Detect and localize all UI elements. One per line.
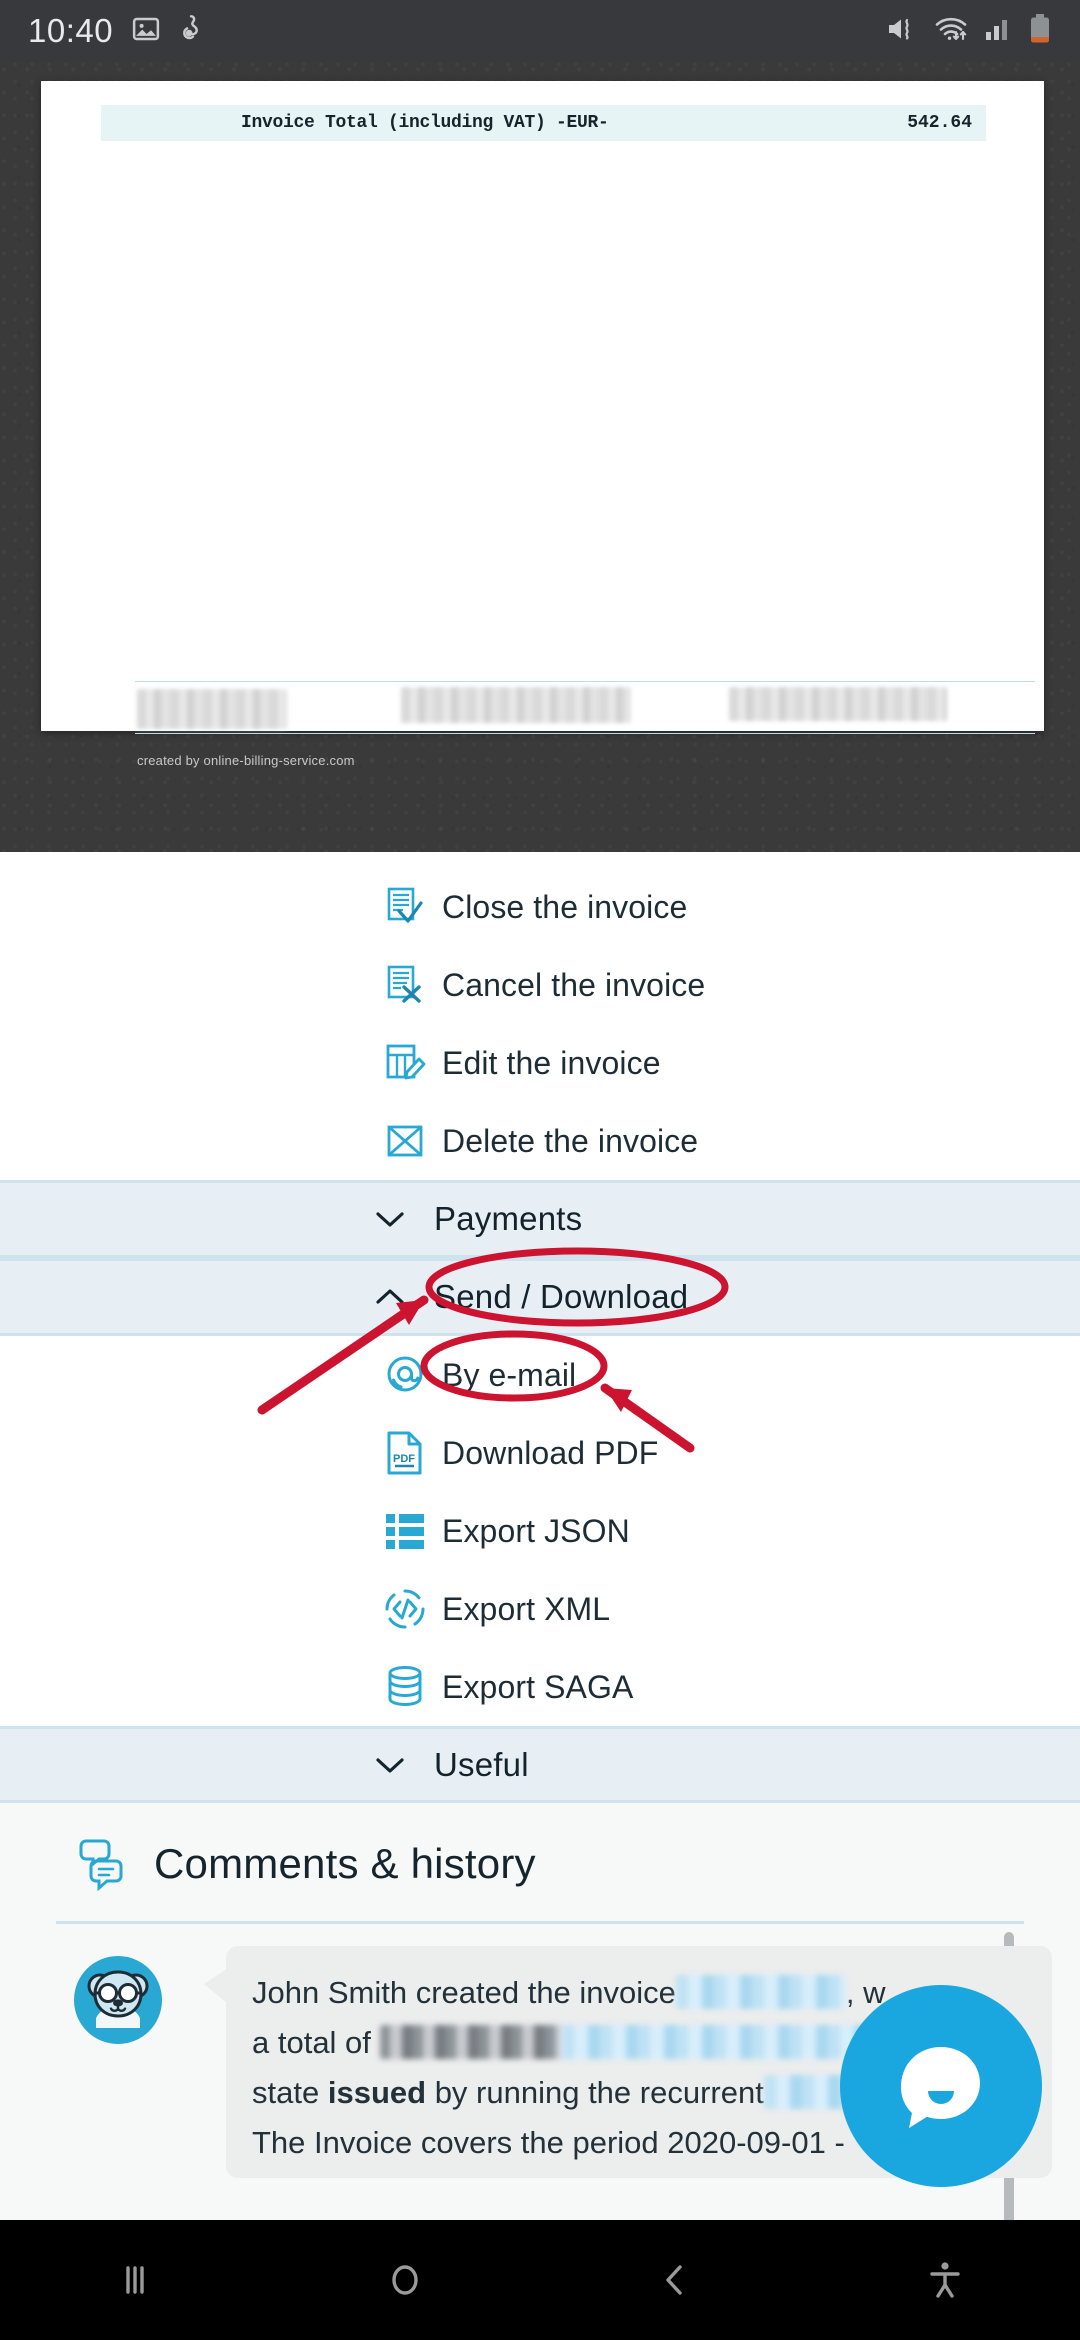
action-close-the-invoice[interactable]: Close the invoice xyxy=(0,868,1080,946)
database-icon xyxy=(382,1664,428,1710)
invoice-footer-divider-bottom xyxy=(135,733,1035,734)
home-button[interactable] xyxy=(270,2258,540,2302)
invoice-check-icon xyxy=(382,884,428,930)
comments-header: Comments & history xyxy=(0,1803,1080,1893)
svg-text:PDF: PDF xyxy=(393,1453,415,1465)
status-bar-clock: 10:40 xyxy=(28,12,114,49)
invoice-actions-list: Close the invoice Cancel the invoice Edi… xyxy=(0,852,1080,1180)
section-title: Useful xyxy=(434,1746,529,1783)
chat-bubble-icon xyxy=(901,2047,980,2128)
menu-item-label: Export SAGA xyxy=(442,1668,634,1705)
pdf-file-icon: PDF xyxy=(382,1430,428,1476)
invoice-pencil-icon xyxy=(382,1040,428,1086)
download-icon xyxy=(177,14,205,49)
battery-low-icon xyxy=(1028,13,1052,50)
mute-vibrate-icon xyxy=(886,14,920,49)
code-circle-icon xyxy=(382,1586,428,1632)
menu-item-by-email[interactable]: By e-mail xyxy=(0,1336,1080,1414)
section-header-payments[interactable]: Payments xyxy=(0,1180,1080,1258)
menu-item-export-xml[interactable]: Export XML xyxy=(0,1570,1080,1648)
redacted-block xyxy=(729,687,947,721)
comments-list: John Smith created the invoice, w a tota… xyxy=(56,1921,1052,2232)
chevron-down-icon xyxy=(370,1209,410,1229)
menu-item-label: Export XML xyxy=(442,1590,611,1627)
invoice-cross-icon xyxy=(382,962,428,1008)
section-title: Send / Download xyxy=(434,1278,689,1315)
comment-text: a total of xyxy=(252,2025,371,2060)
action-label: Delete the invoice xyxy=(442,1122,699,1159)
back-icon xyxy=(666,2265,682,2295)
accessibility-icon xyxy=(930,2262,960,2298)
recents-icon xyxy=(126,2266,144,2294)
menu-item-label: Download PDF xyxy=(442,1434,659,1471)
redacted-inline xyxy=(379,2025,562,2059)
invoice-total-label: Invoice Total (including VAT) -EUR- xyxy=(241,113,609,133)
action-edit-the-invoice[interactable]: Edit the invoice xyxy=(0,1024,1080,1102)
action-cancel-the-invoice[interactable]: Cancel the invoice xyxy=(0,946,1080,1024)
accessibility-button[interactable] xyxy=(810,2258,1080,2302)
invoice-delete-icon xyxy=(382,1118,428,1164)
redacted-inline xyxy=(675,1975,846,2009)
wifi-icon xyxy=(934,14,970,49)
section-title: Payments xyxy=(434,1200,583,1237)
phone-screen: 10:40 Invoice Total (including VAT) -EUR… xyxy=(0,0,1080,2340)
menu-item-label: By e-mail xyxy=(442,1356,577,1393)
invoice-preview-area[interactable]: Invoice Total (including VAT) -EUR- 542.… xyxy=(0,62,1080,852)
speech-bubbles-icon xyxy=(72,1835,130,1893)
invoice-total-value: 542.64 xyxy=(907,113,972,133)
back-button[interactable] xyxy=(540,2258,810,2302)
image-icon xyxy=(131,14,161,49)
action-label: Close the invoice xyxy=(442,888,688,925)
chevron-down-icon xyxy=(370,1755,410,1775)
home-icon xyxy=(392,2265,418,2295)
redacted-block xyxy=(137,689,287,729)
invoice-document[interactable]: Invoice Total (including VAT) -EUR- 542.… xyxy=(41,81,1044,768)
android-nav-bar xyxy=(0,2220,1080,2340)
comment-state-value: issued xyxy=(327,2075,427,2110)
section-header-send-download[interactable]: Send / Download xyxy=(0,1258,1080,1336)
menu-item-export-saga[interactable]: Export SAGA xyxy=(0,1648,1080,1726)
comment-text: state xyxy=(252,2075,320,2110)
bear-avatar-icon xyxy=(70,1952,166,2048)
invoice-action-sheet: Close the invoice Cancel the invoice Edi… xyxy=(0,852,1080,1804)
comment-text: by running the recurrent xyxy=(434,2075,764,2110)
invoice-total-row: Invoice Total (including VAT) -EUR- 542.… xyxy=(101,105,986,141)
list-blocks-icon xyxy=(382,1508,428,1554)
comments-title: Comments & history xyxy=(154,1840,536,1887)
chat-fab-button[interactable] xyxy=(840,1985,1042,2187)
chevron-up-icon xyxy=(370,1287,410,1307)
comment-text: John Smith created the invoice xyxy=(252,1975,676,2010)
at-sign-icon xyxy=(382,1352,428,1398)
comment-text: The Invoice covers the period 2020-09-01… xyxy=(252,2125,845,2160)
action-delete-the-invoice[interactable]: Delete the invoice xyxy=(0,1102,1080,1180)
status-bar: 10:40 xyxy=(0,0,1080,62)
section-header-useful[interactable]: Useful xyxy=(0,1726,1080,1804)
recents-button[interactable] xyxy=(0,2258,270,2302)
invoice-credit-text: created by online-billing-service.com xyxy=(137,753,355,768)
menu-item-download-pdf[interactable]: PDF Download PDF xyxy=(0,1414,1080,1492)
action-label: Cancel the invoice xyxy=(442,966,706,1003)
signal-icon xyxy=(984,14,1014,49)
action-label: Edit the invoice xyxy=(442,1044,661,1081)
invoice-footer-divider-top xyxy=(135,681,1035,682)
redacted-block xyxy=(401,687,631,723)
menu-item-export-json[interactable]: Export JSON xyxy=(0,1492,1080,1570)
menu-item-label: Export JSON xyxy=(442,1512,630,1549)
